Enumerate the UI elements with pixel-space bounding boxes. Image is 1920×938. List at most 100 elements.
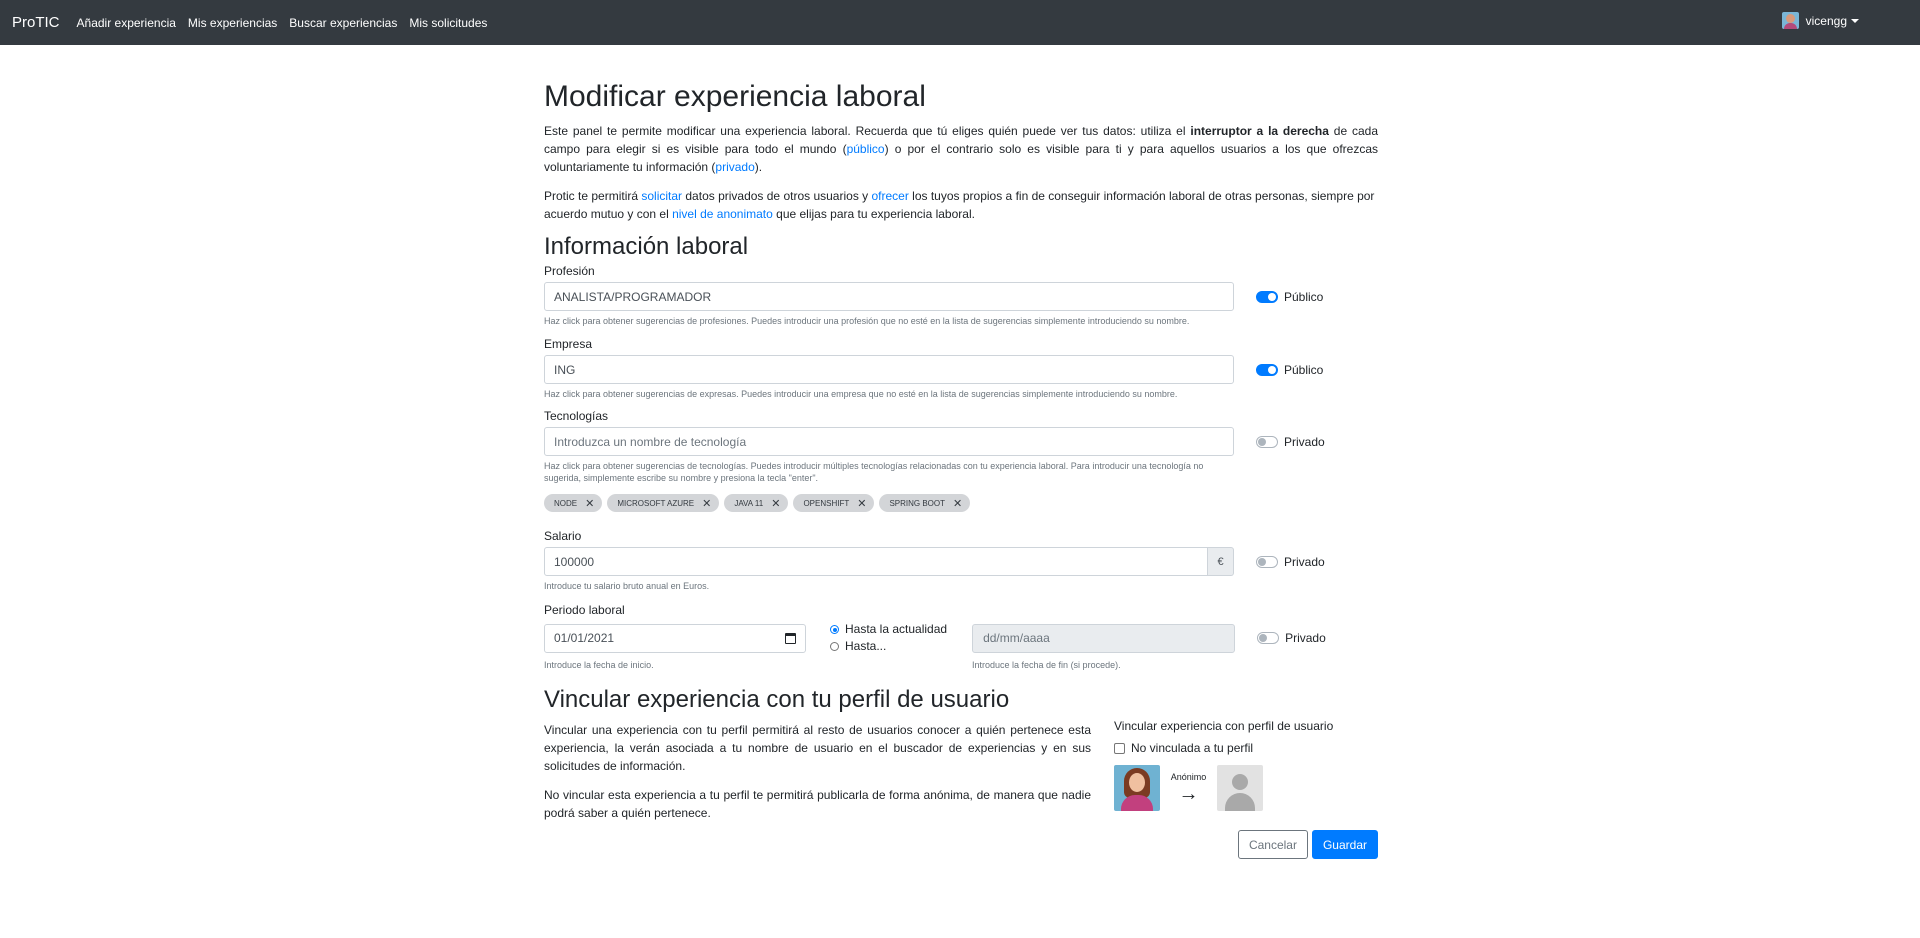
- start-date-value: 01/01/2021: [554, 631, 615, 645]
- field-salario: Salario 100000 € Privado Introduce tu sa…: [544, 529, 1378, 592]
- toggle-switch-on[interactable]: [1256, 290, 1278, 303]
- salario-help: Introduce tu salario bruto anual en Euro…: [544, 581, 710, 591]
- close-icon[interactable]: ✕: [702, 497, 711, 510]
- anonymous-avatar-icon: [1217, 765, 1263, 811]
- request-link[interactable]: solicitar: [641, 189, 682, 203]
- empresa-label: Empresa: [544, 337, 593, 351]
- radio-current-label: Hasta la actualidad: [845, 622, 948, 636]
- field-empresa: Empresa ING Público Haz click para obten…: [544, 337, 1378, 400]
- tecnologias-label: Tecnologías: [544, 409, 609, 423]
- tag-chip: OPENSHIFT ✕: [793, 494, 875, 512]
- intro-paragraph-2: Protic te permitirá solicitar datos priv…: [544, 187, 1378, 223]
- close-icon[interactable]: ✕: [585, 497, 594, 510]
- private-link[interactable]: privado: [715, 160, 754, 174]
- user-menu[interactable]: vicengg: [1781, 12, 1859, 29]
- euro-addon: €: [1208, 547, 1234, 576]
- start-date-input[interactable]: 01/01/2021: [544, 623, 806, 653]
- radio-until-label: Hasta...: [845, 639, 887, 653]
- salario-input[interactable]: 100000: [544, 547, 1208, 576]
- salario-input-group: 100000 €: [544, 547, 1234, 576]
- caret-down-icon: [1851, 18, 1859, 23]
- profesion-visibility-toggle[interactable]: Público: [1256, 290, 1323, 304]
- end-date-help: Introduce la fecha de fin (si procede).: [972, 660, 1121, 670]
- profesion-visibility-label: Público: [1284, 289, 1324, 304]
- tag-chip: NODE ✕: [544, 494, 603, 512]
- nav-search-experiences[interactable]: Buscar experiencias: [289, 16, 397, 30]
- intro1-text-a: Este panel te permite modificar una expe…: [544, 124, 1191, 138]
- periodo-visibility-toggle[interactable]: Privado: [1257, 631, 1326, 645]
- tag-label: OPENSHIFT: [803, 498, 850, 508]
- end-date-input[interactable]: dd/mm/aaaa: [972, 623, 1236, 653]
- toggle-switch-on[interactable]: [1256, 363, 1278, 376]
- anonymity-illustration: Anónimo →: [1114, 765, 1333, 811]
- tag-label: SPRING BOOT: [889, 498, 945, 508]
- close-icon[interactable]: ✕: [857, 497, 866, 510]
- radio-button-checked[interactable]: [830, 625, 839, 634]
- start-date-help: Introduce la fecha de inicio.: [544, 660, 654, 670]
- periodo-label: Periodo laboral: [544, 603, 625, 617]
- avatar-body: [1121, 795, 1153, 811]
- tag-label: MICROSOFT AZURE: [617, 498, 695, 508]
- close-icon[interactable]: ✕: [771, 497, 780, 510]
- link-options: Vincular experiencia con perfil de usuar…: [1114, 718, 1333, 822]
- technology-tags: NODE ✕ MICROSOFT AZURE ✕ JAVA 11 ✕ OPENSHIF…: [544, 494, 1378, 512]
- field-periodo: Periodo laboral 01/01/2021 Hasta la actu…: [544, 603, 1378, 671]
- user-avatar-image: [1114, 765, 1160, 811]
- toggle-switch-off[interactable]: [1256, 435, 1278, 448]
- tag-label: JAVA 11: [734, 498, 764, 508]
- not-linked-label: No vinculada a tu perfil: [1131, 741, 1254, 755]
- toggle-switch-off[interactable]: [1256, 555, 1278, 568]
- period-end-options: Hasta la actualidad Hasta...: [830, 621, 947, 655]
- radio-until[interactable]: Hasta...: [830, 638, 947, 655]
- section-heading-link: Vincular experiencia con tu perfil de us…: [544, 686, 1010, 713]
- not-linked-checkbox[interactable]: [1114, 742, 1125, 754]
- tecnologias-visibility-label: Privado: [1284, 434, 1325, 449]
- tecnologias-input[interactable]: Introduzca un nombre de tecnología: [544, 427, 1234, 456]
- radio-button[interactable]: [830, 642, 839, 651]
- toggle-switch-off[interactable]: [1257, 632, 1280, 644]
- empresa-visibility-label: Público: [1284, 362, 1324, 377]
- user-avatar: [1781, 12, 1799, 29]
- tag-label: NODE: [554, 498, 578, 508]
- anonymous-transition: Anónimo →: [1160, 772, 1217, 804]
- link-paragraph-1: Vincular una experiencia con tu perfil p…: [544, 723, 1091, 773]
- salario-visibility-label: Privado: [1284, 554, 1325, 569]
- intro-paragraph-1: Este panel te permite modificar una expe…: [544, 122, 1378, 176]
- arrow-right-icon: →: [1178, 783, 1199, 805]
- offer-link[interactable]: ofrecer: [871, 189, 908, 203]
- empresa-help: Haz click para obtener sugerencias de ex…: [544, 389, 1178, 399]
- nav-add-experience[interactable]: Añadir experiencia: [77, 16, 176, 30]
- tag-chip: SPRING BOOT ✕: [879, 494, 971, 512]
- field-profesion: Profesión ANALISTA/PROGRAMADOR Público H…: [544, 264, 1378, 327]
- calendar-icon[interactable]: [785, 632, 796, 644]
- tecnologias-help: Haz click para obtener sugerencias de te…: [544, 461, 1204, 483]
- nav-my-requests[interactable]: Mis solicitudes: [409, 16, 487, 30]
- close-icon[interactable]: ✕: [953, 497, 962, 510]
- profesion-label: Profesión: [544, 264, 595, 278]
- cancel-button[interactable]: Cancelar: [1237, 830, 1308, 859]
- brand-link[interactable]: ProTIC: [12, 14, 60, 31]
- field-tecnologias: Tecnologías Introduzca un nombre de tecn…: [544, 409, 1378, 512]
- not-linked-checkbox-row[interactable]: No vinculada a tu perfil: [1114, 741, 1333, 755]
- tecnologias-visibility-toggle[interactable]: Privado: [1256, 435, 1325, 449]
- intro2-text-a: Protic te permitirá: [544, 189, 642, 203]
- nav-my-experiences[interactable]: Mis experiencias: [188, 16, 277, 30]
- salario-visibility-toggle[interactable]: Privado: [1256, 555, 1325, 569]
- empresa-visibility-toggle[interactable]: Público: [1256, 363, 1323, 377]
- public-link[interactable]: público: [847, 142, 885, 156]
- page-title: Modificar experiencia laboral: [544, 80, 926, 113]
- section-heading-info: Información laboral: [544, 233, 749, 260]
- anonymity-level-link[interactable]: nivel de anonimato: [672, 207, 773, 221]
- radio-current[interactable]: Hasta la actualidad: [830, 621, 947, 638]
- empresa-input[interactable]: ING: [544, 355, 1234, 384]
- tag-chip: MICROSOFT AZURE ✕: [607, 494, 720, 512]
- tag-chip: JAVA 11 ✕: [724, 494, 789, 512]
- link-section: Vincular una experiencia con tu perfil p…: [544, 718, 1378, 822]
- link-description: Vincular una experiencia con tu perfil p…: [544, 718, 1091, 822]
- periodo-visibility-label: Privado: [1285, 631, 1326, 645]
- link-options-title: Vincular experiencia con perfil de usuar…: [1114, 719, 1334, 733]
- profesion-input[interactable]: ANALISTA/PROGRAMADOR: [544, 282, 1234, 311]
- save-button[interactable]: Guardar: [1311, 830, 1378, 859]
- link-paragraph-2: No vincular esta experiencia a tu perfil…: [544, 788, 1091, 820]
- main-content: Modificar experiencia laboral Este panel…: [544, 45, 1378, 859]
